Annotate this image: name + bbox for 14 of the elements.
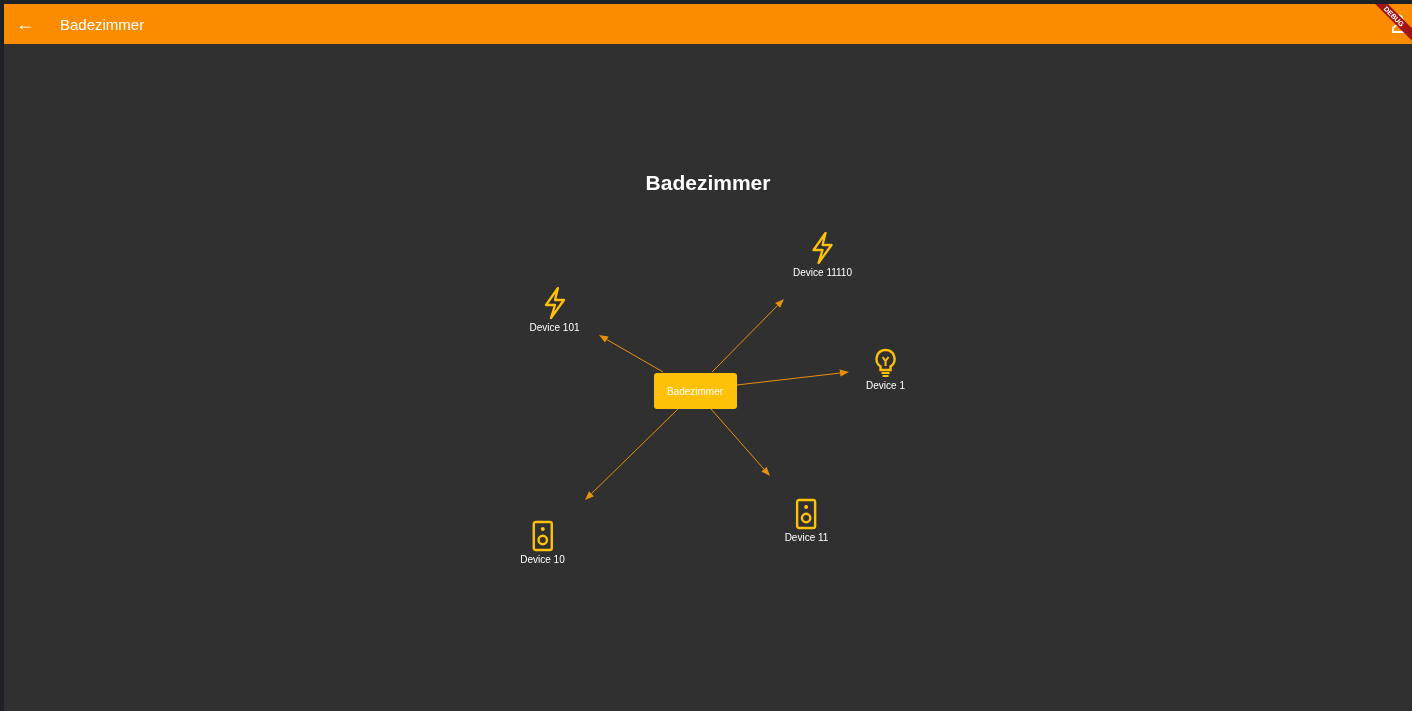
connector-arrow xyxy=(710,408,770,476)
connector-arrow xyxy=(598,335,663,373)
speaker-icon xyxy=(795,498,818,530)
device-label: Device 101 xyxy=(529,322,580,333)
device-label: Device 11110 xyxy=(793,267,852,278)
device-label: Device 10 xyxy=(520,554,565,565)
device-label: Device 11 xyxy=(784,532,829,543)
room-heading: Badezimmer xyxy=(645,171,771,195)
lightbulb-icon xyxy=(873,348,898,378)
room-node[interactable]: Badezimmer xyxy=(653,373,737,409)
back-button[interactable]: ← xyxy=(16,15,34,33)
speaker-icon xyxy=(531,520,554,552)
app-bar-title: Badezimmer xyxy=(60,15,145,33)
device-label: Device 1 xyxy=(866,380,905,391)
